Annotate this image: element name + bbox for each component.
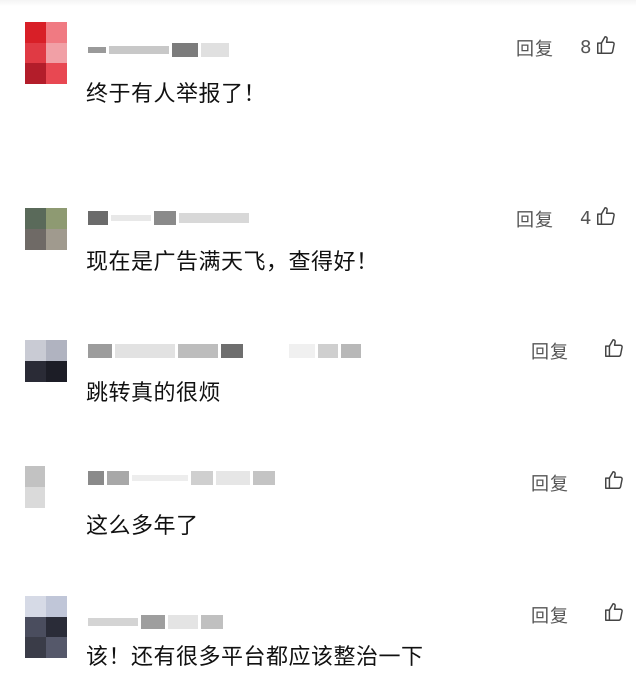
reply-button[interactable]: 回复: [516, 206, 554, 232]
top-divider: [0, 0, 636, 6]
thumbs-up-icon: [603, 469, 625, 495]
reply-button[interactable]: 回复: [531, 338, 569, 364]
like-button[interactable]: [599, 337, 625, 363]
thumbs-up-icon: [603, 337, 625, 363]
reply-button[interactable]: 回复: [531, 470, 569, 496]
like-button[interactable]: 4: [580, 205, 617, 231]
comment-text: 终于有人举报了！: [86, 82, 267, 107]
reply-button[interactable]: 回复: [531, 602, 569, 628]
reply-button[interactable]: 回复: [516, 35, 554, 61]
like-button[interactable]: [599, 601, 625, 627]
like-count: 8: [580, 36, 592, 58]
username[interactable]: [88, 468, 275, 488]
like-count: 4: [580, 207, 592, 229]
comment-text: 跳转真的很烦: [86, 381, 222, 406]
comment-text: 该！还有很多平台都应该整治一下: [86, 645, 424, 670]
thumbs-up-icon: [603, 601, 625, 627]
like-button[interactable]: [599, 469, 625, 495]
username[interactable]: [88, 341, 361, 361]
username[interactable]: [88, 612, 223, 632]
comment-text: 现在是广告满天飞，查得好！: [86, 250, 379, 275]
thumbs-up-icon: [595, 205, 617, 231]
avatar[interactable]: [25, 596, 67, 658]
avatar[interactable]: [25, 340, 67, 382]
avatar[interactable]: [25, 22, 67, 84]
avatar[interactable]: [25, 466, 45, 508]
like-button[interactable]: 8: [580, 34, 617, 60]
thumbs-up-icon: [595, 34, 617, 60]
avatar[interactable]: [25, 208, 67, 250]
username[interactable]: [88, 40, 229, 60]
comment-text: 这么多年了: [86, 514, 199, 539]
username[interactable]: [88, 208, 249, 228]
